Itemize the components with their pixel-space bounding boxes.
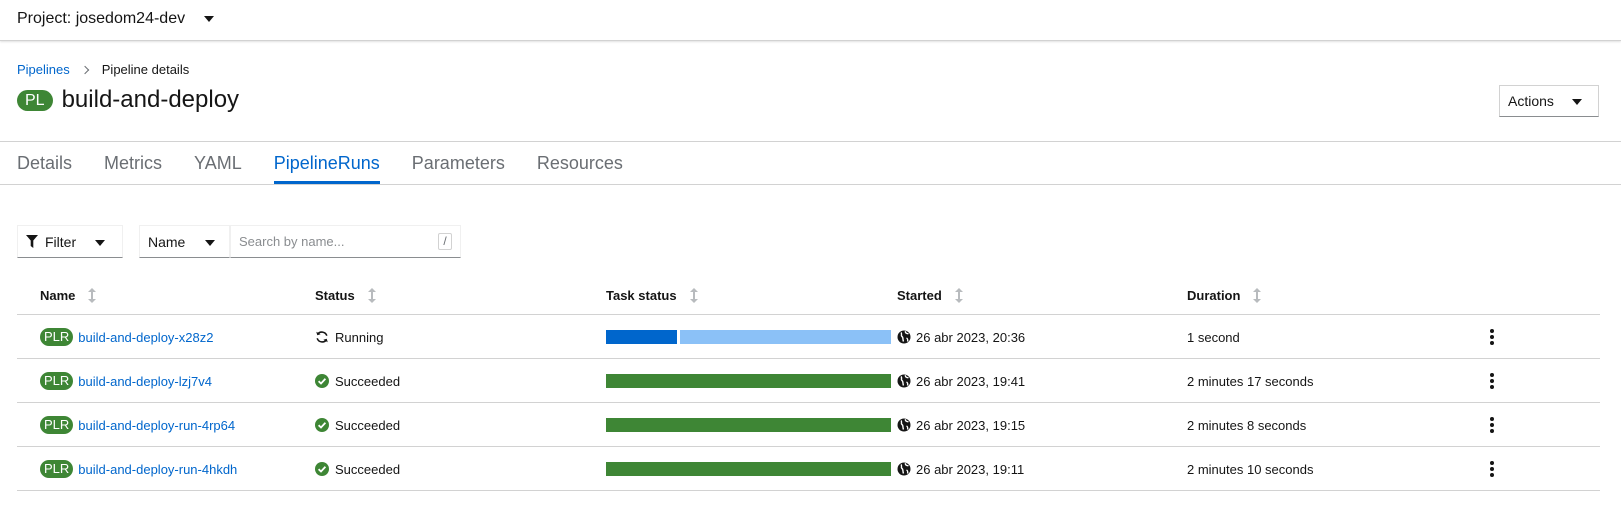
globe-icon xyxy=(897,374,911,388)
table-header: Name Status Task status Started Duration xyxy=(17,275,1600,315)
breadcrumb: Pipelines Pipeline details xyxy=(17,62,189,77)
column-header-started[interactable]: Started xyxy=(897,288,963,303)
search-input[interactable] xyxy=(231,226,431,257)
breadcrumb-current: Pipeline details xyxy=(101,62,190,77)
tab-parameters[interactable]: Parameters xyxy=(412,142,505,184)
kebab-menu-icon[interactable] xyxy=(1490,329,1494,345)
task-status-bar[interactable] xyxy=(606,418,891,432)
pipelinerun-link[interactable]: build-and-deploy-run-4rp64 xyxy=(78,418,235,433)
filter-button[interactable]: Filter xyxy=(17,225,123,258)
started-value: 26 abr 2023, 19:15 xyxy=(916,417,1026,433)
pipelinerun-link[interactable]: build-and-deploy-lzj7v4 xyxy=(78,374,212,389)
check-circle-icon xyxy=(315,462,329,476)
task-status-bar[interactable] xyxy=(606,374,891,388)
duration-value: 2 minutes 17 seconds xyxy=(1187,373,1314,389)
tab-metrics[interactable]: Metrics xyxy=(104,142,162,184)
check-circle-icon xyxy=(315,418,329,432)
caret-down-icon xyxy=(1572,99,1582,105)
actions-dropdown[interactable]: Actions xyxy=(1499,85,1599,117)
status-label: Running xyxy=(335,329,384,345)
tab-pipelineruns[interactable]: PipelineRuns xyxy=(273,142,380,184)
started-value: 26 abr 2023, 20:36 xyxy=(916,329,1026,345)
actions-label: Actions xyxy=(1508,93,1554,109)
globe-icon xyxy=(897,330,911,344)
tab-resources[interactable]: Resources xyxy=(537,142,623,184)
caret-down-icon xyxy=(204,16,215,22)
filter-attribute-label: Name xyxy=(148,233,186,250)
column-header-label: Task status xyxy=(606,288,677,303)
pipelinerun-link[interactable]: build-and-deploy-x28z2 xyxy=(78,330,213,345)
task-status-completed-segment xyxy=(606,330,677,344)
task-status-completed-segment xyxy=(606,462,891,476)
filter-icon xyxy=(26,235,38,248)
table-row: PLR build-and-deploy-x28z2 Running 26 ab… xyxy=(17,315,1600,359)
tab-details[interactable]: Details xyxy=(17,142,72,184)
keyboard-shortcut-hint: / xyxy=(438,233,452,250)
sort-icon xyxy=(367,288,376,303)
filter-label: Filter xyxy=(45,233,77,250)
project-label: Project: josedom24-dev xyxy=(17,10,186,27)
table-row: PLR build-and-deploy-lzj7v4 Succeeded 26… xyxy=(17,359,1600,403)
pipelineruns-table: Name Status Task status Started Duration… xyxy=(17,275,1600,491)
column-header-status[interactable]: Status xyxy=(315,288,376,303)
pipelinerun-badge: PLR xyxy=(40,328,74,346)
search-box: / xyxy=(230,225,461,258)
globe-icon xyxy=(897,418,911,432)
duration-value: 2 minutes 8 seconds xyxy=(1187,417,1307,433)
column-header-task-status[interactable]: Task status xyxy=(606,288,698,303)
table-row: PLR build-and-deploy-run-4rp64 Succeeded… xyxy=(17,403,1600,447)
page-heading: PL build-and-deploy xyxy=(17,86,239,114)
pipeline-badge: PL xyxy=(17,89,53,111)
check-circle-icon xyxy=(315,374,329,388)
column-header-label: Name xyxy=(40,288,76,303)
globe-icon xyxy=(897,462,911,476)
tab-bar: Details Metrics YAML PipelineRuns Parame… xyxy=(17,142,655,184)
sort-icon xyxy=(1253,288,1262,303)
page-title: build-and-deploy xyxy=(61,86,240,113)
pipelinerun-link[interactable]: build-and-deploy-run-4hkdh xyxy=(78,462,237,477)
duration-value: 1 second xyxy=(1187,329,1240,345)
task-status-pending-segment xyxy=(680,330,891,344)
pipelinerun-badge: PLR xyxy=(40,372,74,390)
task-status-completed-segment xyxy=(606,374,891,388)
divider xyxy=(0,184,1621,185)
pipelinerun-badge: PLR xyxy=(40,416,74,434)
column-header-label: Duration xyxy=(1187,288,1241,303)
started-value: 26 abr 2023, 19:41 xyxy=(916,373,1026,389)
project-selector[interactable]: Project: josedom24-dev xyxy=(17,10,215,28)
filter-attribute-select[interactable]: Name xyxy=(139,225,230,258)
caret-down-icon xyxy=(205,240,215,246)
status-label: Succeeded xyxy=(335,417,401,433)
column-header-label: Started xyxy=(897,288,942,303)
kebab-menu-icon[interactable] xyxy=(1490,461,1494,477)
pipelinerun-badge: PLR xyxy=(40,460,74,478)
column-header-name[interactable]: Name xyxy=(40,288,97,303)
duration-value: 2 minutes 10 seconds xyxy=(1187,461,1314,477)
task-status-completed-segment xyxy=(606,418,891,432)
tab-yaml[interactable]: YAML xyxy=(194,142,242,184)
sync-icon xyxy=(316,331,328,343)
status-label: Succeeded xyxy=(335,461,401,477)
caret-down-icon xyxy=(95,240,105,246)
sort-icon xyxy=(88,288,97,303)
sort-icon xyxy=(954,288,963,303)
breadcrumb-pipelines-link[interactable]: Pipelines xyxy=(17,62,70,77)
kebab-menu-icon[interactable] xyxy=(1490,373,1494,389)
task-status-bar[interactable] xyxy=(606,330,891,344)
status-label: Succeeded xyxy=(335,373,401,389)
chevron-right-icon xyxy=(80,65,90,74)
kebab-menu-icon[interactable] xyxy=(1490,417,1494,433)
project-bar: Project: josedom24-dev xyxy=(0,0,1621,41)
table-row: PLR build-and-deploy-run-4hkdh Succeeded… xyxy=(17,447,1600,491)
task-status-bar[interactable] xyxy=(606,462,891,476)
sort-icon xyxy=(689,288,698,303)
column-header-duration[interactable]: Duration xyxy=(1187,288,1262,303)
started-value: 26 abr 2023, 19:11 xyxy=(916,461,1025,477)
column-header-label: Status xyxy=(315,288,355,303)
